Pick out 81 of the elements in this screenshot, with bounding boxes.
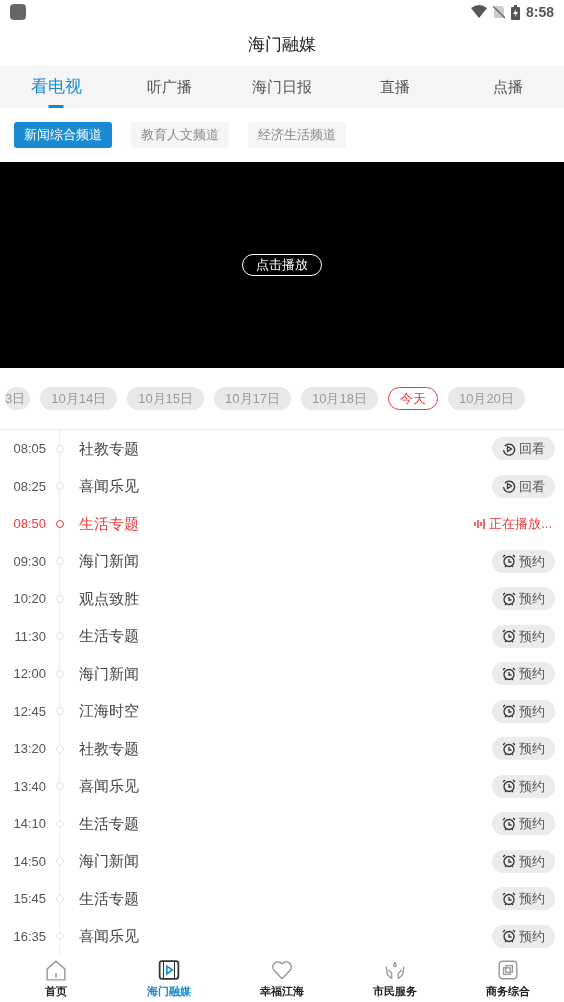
nav-item[interactable]: 市民服务	[338, 956, 452, 1002]
program-time: 16:35	[12, 927, 46, 946]
status-time: 8:58	[525, 2, 554, 22]
reserve-button[interactable]: 预约	[492, 624, 555, 648]
alarm-clock-icon	[502, 704, 516, 719]
replay-icon	[502, 479, 516, 494]
alarm-clock-icon	[502, 816, 516, 831]
program-time: 08:25	[12, 477, 46, 496]
channel-tab[interactable]: 新闻综合频道	[14, 122, 112, 148]
reserve-button[interactable]: 预约	[492, 549, 555, 573]
nav-item[interactable]: 海门融媒	[112, 956, 226, 1002]
program-time: 15:45	[12, 890, 46, 908]
alarm-clock-icon	[502, 591, 516, 606]
nav-item[interactable]: 幸福江海	[225, 956, 339, 1002]
battery-icon	[510, 4, 520, 20]
program-time: 13:20	[12, 740, 46, 758]
program-time: 12:00	[12, 665, 46, 683]
program-time: 12:45	[12, 702, 46, 721]
tab[interactable]: 看电视	[0, 66, 113, 108]
program-title: 生活专题	[79, 888, 140, 909]
program-title: 喜闻乐见	[79, 476, 140, 496]
app-notification-icon	[10, 4, 26, 20]
alarm-clock-icon	[502, 666, 516, 681]
program-title: 海门新闻	[79, 551, 140, 571]
reserve-button[interactable]: 预约	[492, 662, 555, 686]
reserve-button[interactable]: 预约	[492, 887, 555, 911]
no-sim-icon	[492, 5, 505, 19]
video-player[interactable]: 点击播放	[0, 162, 564, 368]
date-chip[interactable]: 今天	[387, 387, 438, 410]
replay-icon	[502, 441, 516, 456]
alarm-clock-icon	[502, 854, 516, 869]
program-time: 09:30	[12, 552, 46, 571]
program-title: 生活专题	[79, 513, 140, 534]
program-title: 社教专题	[79, 438, 140, 459]
video-icon	[158, 958, 181, 981]
alarm-clock-icon	[502, 929, 516, 944]
nav-item[interactable]: 首页	[0, 956, 113, 1002]
alarm-clock-icon	[502, 741, 516, 756]
now-playing-label: 正在播放...	[489, 515, 552, 533]
alarm-clock-icon	[502, 554, 516, 569]
wifi-icon	[470, 5, 487, 19]
replay-button[interactable]: 回看	[492, 437, 555, 461]
program-title: 生活专题	[79, 626, 140, 646]
program-title: 社教专题	[79, 738, 140, 759]
program-title: 观点致胜	[79, 588, 140, 609]
nav-item[interactable]: 商务综合	[451, 956, 564, 1002]
replay-button[interactable]: 回看	[492, 474, 555, 498]
reserve-button[interactable]: 预约	[492, 737, 555, 761]
reserve-button[interactable]: 预约	[492, 812, 555, 836]
program-time: 14:50	[12, 852, 46, 871]
program-title: 喜闻乐见	[79, 926, 140, 946]
channel-tab[interactable]: 经济生活频道	[248, 122, 346, 148]
program-title: 海门新闻	[79, 663, 140, 684]
program-time: 08:05	[12, 440, 46, 458]
reserve-button[interactable]: 预约	[492, 849, 555, 873]
alarm-clock-icon	[502, 891, 516, 906]
tab[interactable]: 直播	[338, 66, 452, 108]
reserve-button[interactable]: 预约	[492, 774, 555, 798]
program-time: 11:30	[13, 627, 46, 646]
squares-icon	[496, 958, 519, 981]
program-title: 生活专题	[79, 813, 140, 834]
tab[interactable]: 点播	[451, 66, 564, 108]
tab[interactable]: 海门日报	[225, 66, 339, 108]
program-time: 10:20	[12, 590, 46, 608]
reserve-button[interactable]: 预约	[492, 924, 555, 948]
home-icon	[45, 958, 68, 981]
alarm-clock-icon	[502, 629, 516, 644]
program-time: 08:50	[12, 515, 46, 533]
program-title: 喜闻乐见	[79, 776, 140, 796]
app-title: 海门融媒	[248, 34, 316, 57]
program-title: 江海时空	[79, 701, 140, 721]
sound-wave-icon	[474, 518, 487, 529]
program-time: 14:10	[12, 815, 46, 833]
tab[interactable]: 听广播	[112, 66, 226, 108]
channel-tab[interactable]: 教育人文频道	[131, 122, 229, 148]
reserve-button[interactable]: 预约	[492, 699, 555, 723]
alarm-clock-icon	[502, 779, 516, 794]
heart-icon	[271, 958, 293, 981]
program-time: 13:40	[12, 777, 46, 796]
program-title: 海门新闻	[79, 851, 140, 871]
reserve-button[interactable]: 预约	[492, 587, 555, 611]
